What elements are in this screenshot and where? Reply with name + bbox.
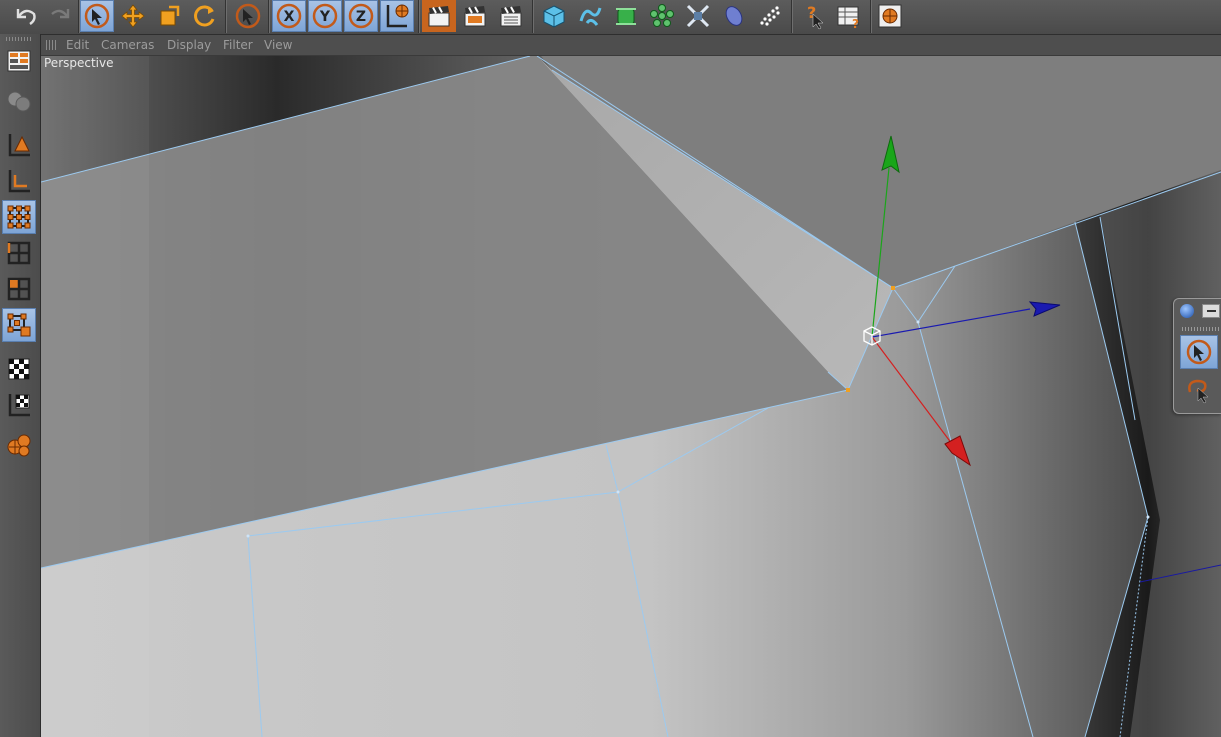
object-axis-icon [8, 134, 30, 157]
layer-browser-button[interactable]: ? [832, 0, 866, 32]
main-toolbar: X Y Z ? ? [0, 0, 1221, 35]
nurbs-button[interactable] [609, 0, 643, 32]
viewport-camera-label: Perspective [44, 56, 114, 70]
render-settings-icon [500, 6, 522, 27]
svg-text:Y: Y [319, 9, 331, 25]
menu-cameras[interactable]: Cameras [101, 38, 154, 52]
y-axis-lock-button[interactable]: Y [308, 0, 342, 32]
minimize-icon [1206, 310, 1216, 312]
live-selection-icon [84, 3, 110, 29]
menu-edit[interactable]: Edit [66, 38, 89, 52]
x-axis-lock-icon: X [276, 3, 302, 29]
array-icon [650, 4, 674, 27]
svg-text:?: ? [852, 17, 859, 30]
layout-icon [7, 50, 31, 72]
spline-pen-icon [579, 7, 602, 26]
palette-grip[interactable] [1182, 327, 1221, 331]
render-view-icon [428, 6, 450, 27]
move-selection-button[interactable] [1180, 335, 1218, 369]
uv-points-icon [7, 313, 31, 337]
viewport-menubar: Edit Cameras Display Filter View [41, 35, 1221, 56]
coordinate-system-button[interactable] [380, 0, 414, 32]
render-view-button[interactable] [422, 0, 456, 32]
undo-button[interactable] [8, 0, 42, 32]
texture-axis-button[interactable] [2, 388, 36, 422]
texture-axis-icon [8, 394, 30, 417]
scene-canvas[interactable] [41, 56, 1221, 737]
undo-icon [16, 9, 36, 25]
move-icon [121, 4, 145, 28]
material-spheres-button[interactable] [2, 428, 36, 462]
help-icon: ? [807, 3, 824, 30]
material-spheres-icon [7, 434, 31, 457]
move-selection-icon [1186, 339, 1212, 365]
x-axis-lock-button[interactable]: X [272, 0, 306, 32]
axis-mode-icon [8, 170, 30, 193]
polygons-mode-icon [7, 277, 31, 301]
toolbar-grip[interactable] [6, 37, 32, 41]
scale-icon [160, 5, 180, 26]
uv-points-button[interactable] [2, 308, 36, 342]
help-button[interactable]: ? [796, 0, 830, 32]
array-button[interactable] [645, 0, 679, 32]
menubar-grip[interactable] [46, 40, 58, 50]
cube-object-icon [543, 5, 565, 28]
scale-button[interactable] [152, 0, 186, 32]
points-mode-button[interactable] [2, 200, 36, 234]
redo-button[interactable] [44, 0, 78, 32]
model-mode-icon [7, 91, 31, 112]
points-mode-icon [7, 205, 31, 229]
floating-tool-palette [1173, 298, 1221, 414]
z-axis-lock-icon: Z [348, 3, 374, 29]
layer-browser-icon: ? [837, 6, 859, 30]
last-tool-button[interactable] [231, 0, 265, 32]
deformer-icon [686, 4, 710, 28]
model-mode-button[interactable] [2, 84, 36, 118]
edges-mode-icon [7, 241, 31, 265]
polygons-mode-button[interactable] [2, 272, 36, 306]
rotate-icon [194, 5, 215, 27]
texture-mode-icon [8, 358, 30, 380]
svg-text:X: X [284, 9, 295, 25]
lasso-selection-icon [1188, 379, 1209, 404]
perspective-viewport[interactable] [41, 56, 1221, 737]
y-axis-lock-icon: Y [312, 3, 338, 29]
spline-pen-button[interactable] [573, 0, 607, 32]
z-axis-lock-button[interactable]: Z [344, 0, 378, 32]
cube-object-button[interactable] [537, 0, 571, 32]
nurbs-icon [616, 8, 636, 25]
object-axis-button[interactable] [2, 128, 36, 162]
edges-mode-button[interactable] [2, 236, 36, 270]
svg-text:Z: Z [356, 9, 366, 25]
texture-mode-button[interactable] [2, 352, 36, 386]
menu-display[interactable]: Display [167, 38, 211, 52]
palette-minimize-button[interactable] [1202, 304, 1220, 318]
move-button[interactable] [116, 0, 150, 32]
particle-icon [760, 6, 780, 26]
render-picture-viewer-icon [464, 6, 486, 27]
menu-view[interactable]: View [264, 38, 292, 52]
layout-button[interactable] [2, 44, 36, 78]
coordinate-system-icon [386, 4, 409, 28]
deformer-button[interactable] [681, 0, 715, 32]
lasso-selection-button[interactable] [1180, 373, 1218, 407]
render-settings-button[interactable] [494, 0, 528, 32]
render-picture-viewer-button[interactable] [458, 0, 492, 32]
web-browser-icon [878, 4, 902, 28]
particle-button[interactable] [753, 0, 787, 32]
axis-mode-button[interactable] [2, 164, 36, 198]
palette-close-icon[interactable] [1180, 304, 1194, 318]
last-tool-icon [235, 3, 261, 29]
scene-object-icon [725, 6, 743, 26]
mode-toolbar [0, 34, 41, 737]
rotate-button[interactable] [188, 0, 222, 32]
web-browser-button[interactable] [873, 0, 907, 32]
scene-object-button[interactable] [717, 0, 751, 32]
menu-filter[interactable]: Filter [223, 38, 253, 52]
live-selection-button[interactable] [80, 0, 114, 32]
redo-icon [51, 9, 70, 19]
